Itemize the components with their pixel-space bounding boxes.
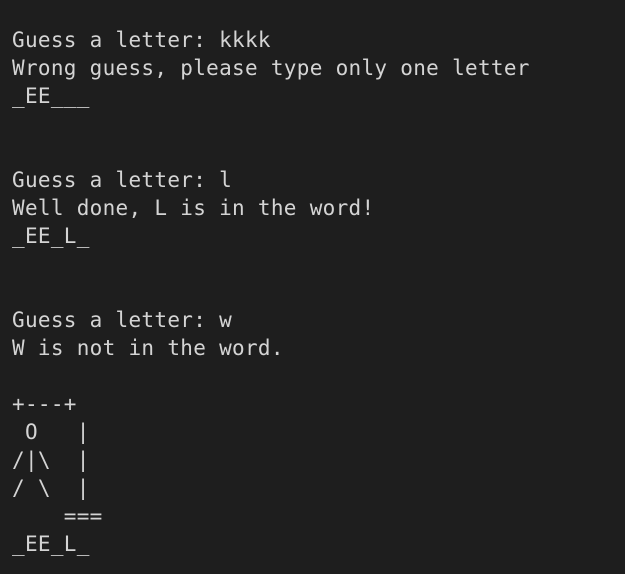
success-message-line: Well done, L is in the word! [12,196,375,220]
hangman-head-row: O | [12,420,90,444]
hangman-body-row: /|\ | [12,448,90,472]
terminal-output[interactable]: Guess a letter: kkkk Wrong guess, please… [0,0,625,574]
word-progress-line: _EE_L_ [12,532,90,556]
hangman-base-row: === [12,504,103,528]
word-progress-line: _EE_L_ [12,224,90,248]
miss-message-line: W is not in the word. [12,336,284,360]
guess-prompt-line: Guess a letter: l [12,168,233,192]
word-progress-line: _EE___ [12,84,90,108]
hangman-legs-row: / \ | [12,476,90,500]
error-message-line: Wrong guess, please type only one letter [12,56,530,80]
guess-prompt-line: Guess a letter: kkkk [12,28,271,52]
guess-prompt-line: Guess a letter: w [12,308,233,332]
hangman-gallows-top: +---+ [12,392,77,416]
